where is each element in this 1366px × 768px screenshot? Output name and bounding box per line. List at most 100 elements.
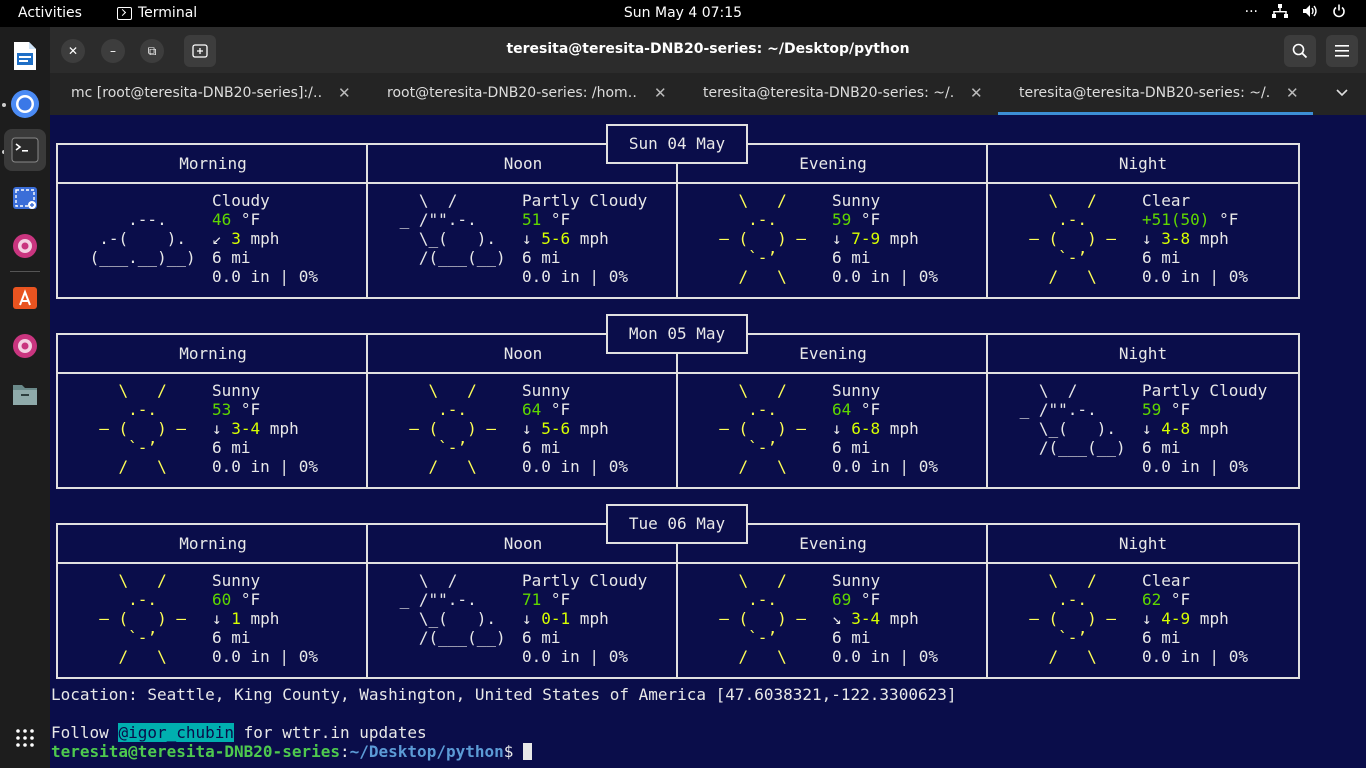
close-tab-icon[interactable]: ✕ <box>654 84 667 102</box>
forecast-cell: \ / .-. – ( ) – `-’ / \ Sunny 59 °F ↓ 7-9 … <box>678 191 988 297</box>
temp-value: 69 <box>832 590 852 609</box>
wind-unit: mph <box>1190 229 1229 248</box>
temp-value: 64 <box>832 400 852 419</box>
precipitation: 0.0 in | 0% <box>1142 457 1248 476</box>
minimize-icon: – <box>110 44 116 58</box>
forecast-cell: \ / .-. – ( ) – `-’ / \ Sunny 69 °F ↘ 3-4 … <box>678 571 988 677</box>
condition-text: Clear <box>1142 191 1191 210</box>
tab-teresita-2[interactable]: teresita@teresita-DNB20-series: ~/… ✕ <box>998 73 1313 115</box>
shell-prompt[interactable]: teresita@teresita-DNB20-series:~/Desktop… <box>51 742 533 761</box>
libreoffice-writer-icon[interactable] <box>4 35 46 77</box>
visibility: 6 mi <box>212 438 251 457</box>
forecast-cell: \ / .-. – ( ) – `-’ / \ Sunny 53 °F ↓ 3-4 … <box>58 381 368 487</box>
app-center-icon[interactable] <box>4 277 46 319</box>
temp-value: 60 <box>212 590 232 609</box>
temp-unit: °F <box>1209 210 1239 229</box>
network-icon[interactable] <box>1272 4 1288 22</box>
period-header: Night <box>1118 154 1168 173</box>
visibility: 6 mi <box>212 248 251 267</box>
weather-info: Partly Cloudy 71 °F ↓ 0-1 mph 6 mi 0.0 in | … <box>522 571 676 666</box>
chevron-down-icon <box>1336 89 1348 97</box>
terminal-icon[interactable] <box>4 129 46 171</box>
weather-info: Clear 62 °F ↓ 4-9 mph 6 mi 0.0 in | 0% <box>1142 571 1296 666</box>
weather-partly-cloudy-icon: \ / _ /"".-. \_( ). /(___(__) <box>1019 381 1126 457</box>
close-button[interactable]: ✕ <box>61 39 85 63</box>
condition-text: Partly Cloudy <box>522 191 648 210</box>
temperature: 46 °F <box>212 210 366 229</box>
temp-value: 59 <box>832 210 852 229</box>
wind: ↓ 3-4 mph <box>212 419 366 438</box>
terminal-output[interactable]: Morning Noon Evening Night .--. .-( ). (___… <box>50 115 1366 768</box>
restore-icon: ⧉ <box>147 43 157 58</box>
wind-speed: 1 <box>231 609 241 628</box>
wind-direction-icon: ↓ <box>1142 609 1162 628</box>
period-header: Night <box>1118 344 1168 363</box>
temp-unit: °F <box>541 400 571 419</box>
volume-icon[interactable] <box>1302 4 1318 22</box>
tab-mc-root[interactable]: mc [root@teresita-DNB20-series]:/… ✕ <box>50 73 365 115</box>
text-cursor <box>523 743 533 760</box>
system-tray[interactable]: ··· <box>1245 4 1346 22</box>
wind-unit: mph <box>240 609 280 628</box>
search-button[interactable] <box>1284 35 1316 67</box>
more-indicator[interactable]: ··· <box>1245 4 1258 22</box>
tab-bar: mc [root@teresita-DNB20-series]:/… ✕ roo… <box>50 73 1366 115</box>
wind-direction-icon: ↘ <box>832 609 852 628</box>
wind: ↓ 5-6 mph <box>522 229 676 248</box>
wind-speed: 0-1 <box>541 609 571 628</box>
precipitation: 0.0 in | 0% <box>522 457 628 476</box>
show-apps-icon[interactable] <box>4 717 46 759</box>
tab-list-dropdown[interactable] <box>1336 85 1348 101</box>
wind-speed: 3-4 <box>231 419 261 438</box>
prompt-path: ~/Desktop/python <box>349 742 504 761</box>
forecast-cell: \ / _ /"".-. \_( ). /(___(__) Partly Clo… <box>988 381 1298 487</box>
date-label: Mon 05 May <box>606 314 748 354</box>
wind-speed: 7-9 <box>851 229 881 248</box>
wind: ↙ 3 mph <box>212 229 366 248</box>
visibility: 6 mi <box>1142 438 1181 457</box>
period-header: Morning <box>179 154 247 173</box>
temperature: 69 °F <box>832 590 986 609</box>
close-tab-icon[interactable]: ✕ <box>338 84 351 102</box>
forecast-day: Morning Noon Evening Night .--. .-( ). (___… <box>50 115 1366 299</box>
close-tab-icon[interactable]: ✕ <box>1286 84 1299 102</box>
temp-unit: °F <box>1161 400 1191 419</box>
condition-text: Cloudy <box>212 191 270 210</box>
wind-speed: 4-8 <box>1161 419 1191 438</box>
forecast-cell: \ / .-. – ( ) – `-’ / \ Clear +51(50) °F ↓… <box>988 191 1298 297</box>
table-divider <box>58 182 1298 184</box>
new-tab-button[interactable] <box>184 35 216 67</box>
clock[interactable]: Sun May 4 07:15 <box>0 5 1366 21</box>
wind-speed: 6-8 <box>851 419 881 438</box>
ubuntu-pink-icon[interactable] <box>4 225 46 267</box>
follow-suffix: for wttr.in updates <box>234 723 427 742</box>
twitter-handle-link[interactable]: @igor_chubin <box>118 723 235 742</box>
help-icon[interactable] <box>4 325 46 367</box>
files-icon[interactable] <box>4 373 46 415</box>
visibility: 6 mi <box>832 248 871 267</box>
tab-teresita-1[interactable]: teresita@teresita-DNB20-series: ~/… ✕ <box>682 73 997 115</box>
precipitation: 0.0 in | 0% <box>832 647 938 666</box>
dock <box>0 27 50 768</box>
power-icon[interactable] <box>1332 4 1346 22</box>
weather-clear-icon: \ / .-. – ( ) – `-’ / \ <box>1029 191 1116 286</box>
wind-direction-icon: ↓ <box>832 419 852 438</box>
prompt-symbol: $ <box>503 742 524 761</box>
forecast-day: Morning Noon Evening Night \ / .-. – ( ) – … <box>50 305 1366 489</box>
menu-button[interactable] <box>1326 35 1358 67</box>
minimize-button[interactable]: – <box>101 39 125 63</box>
screenshot-icon[interactable] <box>4 177 46 219</box>
app-menu[interactable]: Terminal <box>117 5 197 21</box>
maximize-button[interactable]: ⧉ <box>140 39 164 63</box>
chromium-icon[interactable] <box>4 83 46 125</box>
temperature: +51(50) °F <box>1142 210 1296 229</box>
close-tab-icon[interactable]: ✕ <box>970 84 983 102</box>
precipitation: 0.0 in | 0% <box>522 647 628 666</box>
temp-value: 64 <box>522 400 542 419</box>
tab-root-home[interactable]: root@teresita-DNB20-series: /hom… ✕ <box>366 73 681 115</box>
weather-cloudy-icon: .--. .-( ). (___.__)__) <box>89 210 196 267</box>
wind-direction-icon: ↓ <box>522 229 542 248</box>
condition-text: Partly Cloudy <box>522 571 648 590</box>
activities-button[interactable]: Activities <box>18 5 82 21</box>
forecast-table: Morning Noon Evening Night \ / .-. – ( ) – … <box>56 523 1300 679</box>
